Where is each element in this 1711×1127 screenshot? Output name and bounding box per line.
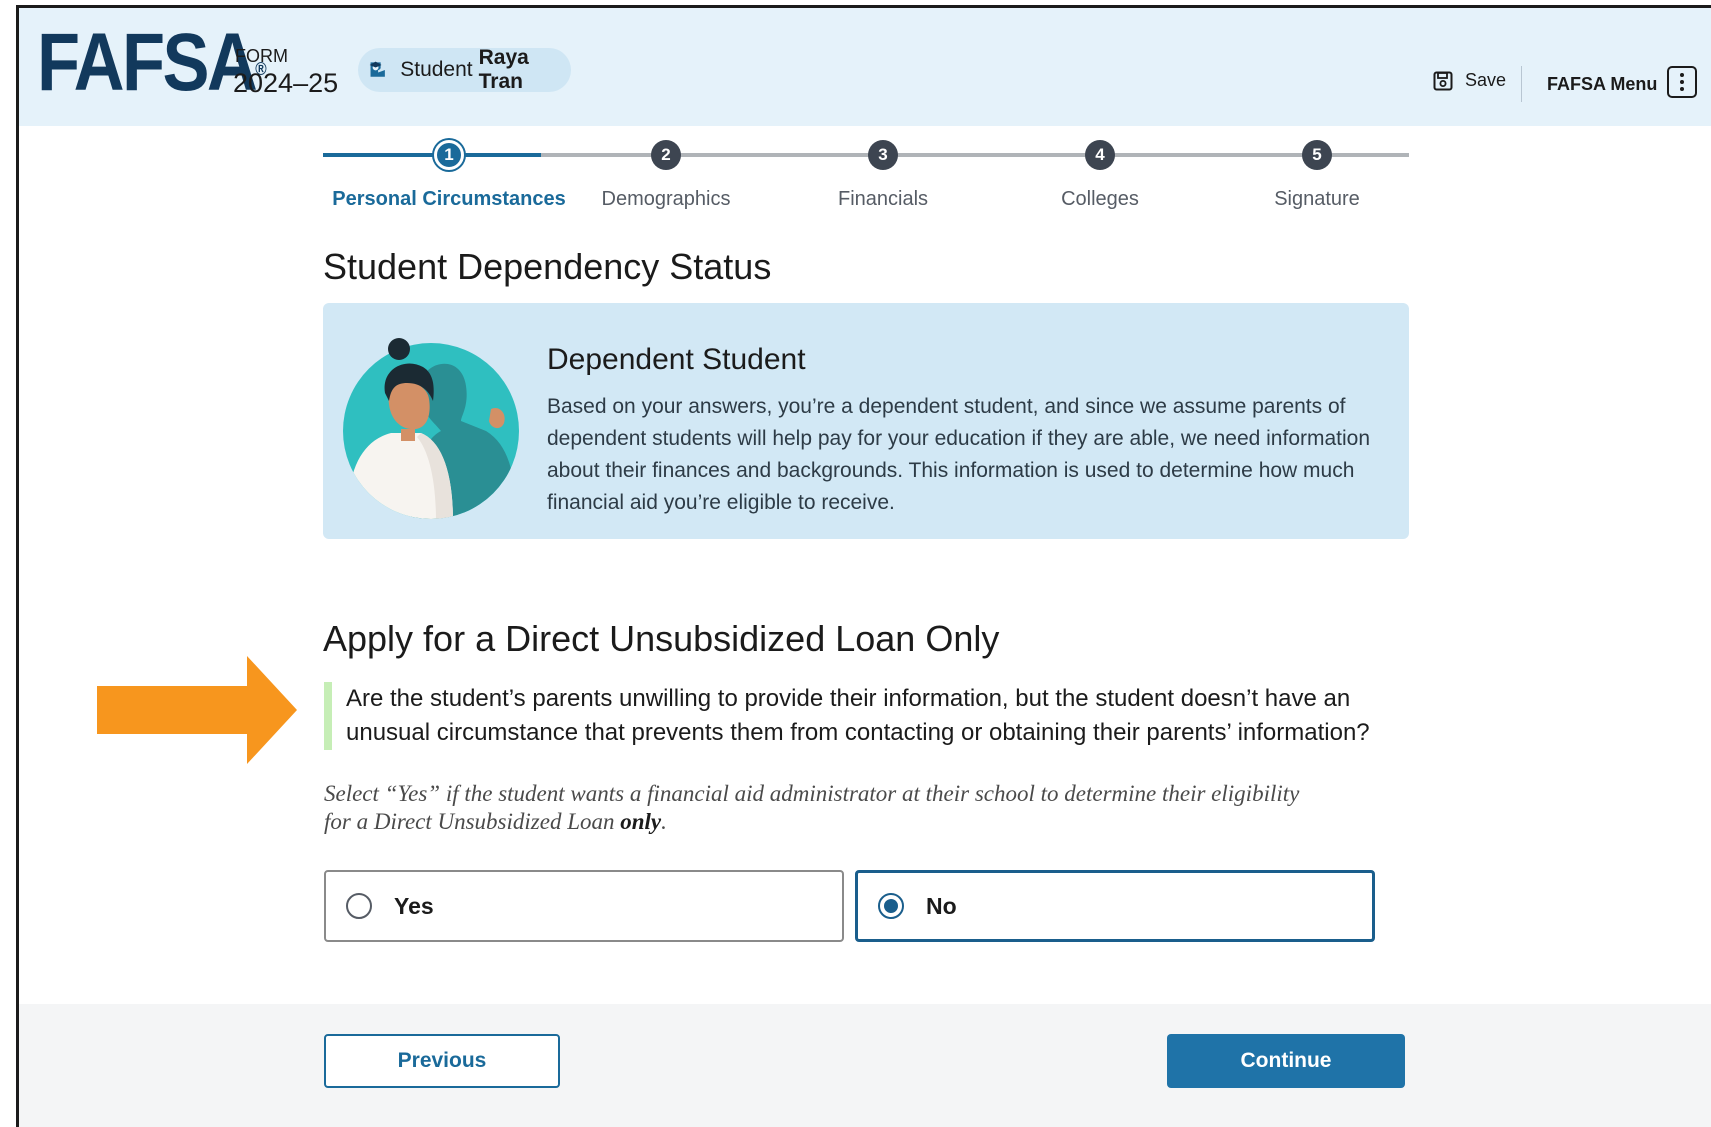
student-prefix: Student [400, 58, 473, 81]
step-2-marker: 2 [651, 140, 681, 170]
step-4-marker: 4 [1085, 140, 1115, 170]
floppy-disk-icon [1433, 71, 1453, 90]
option-no-radio[interactable] [878, 893, 904, 919]
step-2-label: Demographics [601, 188, 731, 210]
form-label: FORM [235, 46, 288, 66]
save-button[interactable]: Save [1433, 70, 1506, 91]
student-badge: Student Raya Tran [358, 46, 571, 93]
question-highlight-bar [324, 682, 332, 750]
logo-text: FAFSA [37, 17, 258, 108]
step-3-label: Financials [837, 188, 929, 210]
graduation-cap-icon [369, 61, 385, 77]
step-3-marker: 3 [868, 140, 898, 170]
card-title: Dependent Student [547, 343, 806, 376]
step-4-label: Colleges [1061, 188, 1139, 210]
step-5-label: Signature [1274, 188, 1360, 210]
option-yes-tile[interactable]: Yes [324, 870, 844, 942]
continue-button[interactable]: Continue [1167, 1034, 1405, 1088]
header-divider [1521, 66, 1522, 102]
fafsa-menu-label[interactable]: FAFSA Menu [1547, 74, 1657, 95]
option-no-label: No [926, 892, 957, 919]
student-parent-illustration [343, 338, 519, 519]
step-1-marker: 1 [434, 140, 464, 170]
hint-emphasis: only [620, 809, 662, 834]
card-body-text: Based on your answers, you’re a dependen… [547, 395, 1371, 514]
option-yes-radio[interactable] [346, 893, 372, 919]
form-year: 2024–25 [233, 68, 339, 98]
hint-main-text: Select “Yes” if the student wants a fina… [324, 781, 1300, 834]
fafsa-menu-button[interactable] [1667, 66, 1697, 98]
save-label: Save [1465, 70, 1507, 90]
annotation-arrow-icon [97, 656, 297, 764]
header: FAFSA® FORM 2024–25 Student Raya Tran Sa… [19, 8, 1711, 126]
page-title: Student Dependency Status [323, 246, 772, 287]
previous-button[interactable]: Previous [324, 1034, 560, 1088]
step-5-marker: 5 [1302, 140, 1332, 170]
option-yes-label: Yes [394, 892, 434, 919]
option-no-tile[interactable]: No [855, 870, 1375, 942]
hint-end: . [661, 809, 667, 834]
student-name: Raya Tran [478, 46, 529, 93]
form-footer: Previous Continue [19, 1004, 1711, 1127]
progress-stepper: 1 Personal Circumstances 2 Demographics … [19, 138, 1711, 218]
step-1-label: Personal Circumstances [332, 188, 566, 210]
app-frame: FAFSA® FORM 2024–25 Student Raya Tran Sa… [16, 5, 1711, 1127]
stepper-progress [323, 153, 541, 157]
dependency-status-card: Dependent Student Based on your answers,… [323, 303, 1409, 539]
kebab-menu-icon [1680, 73, 1684, 91]
question-text: Are the student’s parents unwilling to p… [346, 685, 1370, 746]
question-hint: Select “Yes” if the student wants a fina… [324, 780, 1324, 836]
section-title: Apply for a Direct Unsubsidized Loan Onl… [323, 618, 1000, 659]
